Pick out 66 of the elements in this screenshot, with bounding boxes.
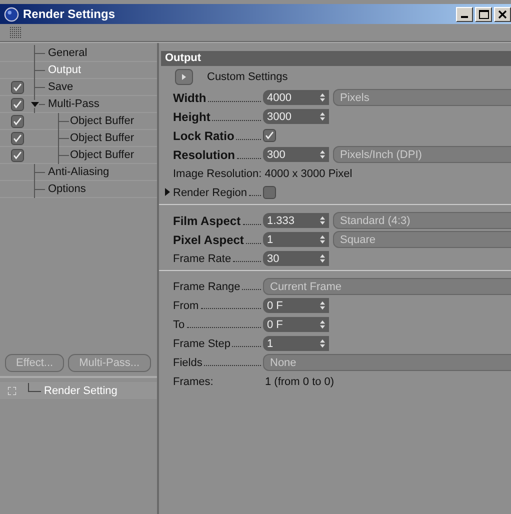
up-down-arrows-icon[interactable] xyxy=(320,112,325,121)
app-icon xyxy=(4,6,19,22)
close-icon xyxy=(498,10,507,18)
maximize-button[interactable] xyxy=(475,6,492,22)
list-item[interactable]: Render Setting xyxy=(0,382,157,399)
number-field[interactable]: 300 xyxy=(263,147,329,162)
info-text: Image Resolution: 4000 x 3000 Pixel xyxy=(173,168,352,180)
window-title: Render Settings xyxy=(23,7,116,21)
number-field[interactable]: 1 xyxy=(263,336,329,351)
number-field[interactable]: 1 xyxy=(263,232,329,247)
up-down-arrows-icon[interactable] xyxy=(320,254,325,263)
up-down-arrows-icon[interactable] xyxy=(320,216,325,225)
grip-icon[interactable] xyxy=(10,26,22,38)
field-label: Resolution xyxy=(173,148,235,162)
tree-item[interactable]: Object Buffer xyxy=(69,149,134,161)
field-label: Frame Step xyxy=(173,338,230,350)
number-field[interactable]: 1.333 xyxy=(263,213,329,228)
field-label: Width xyxy=(173,90,206,104)
field-label: From xyxy=(173,300,199,312)
checkbox[interactable] xyxy=(10,114,24,128)
up-down-arrows-icon[interactable] xyxy=(320,339,325,348)
up-down-arrows-icon[interactable] xyxy=(320,301,325,310)
tree-item[interactable]: General xyxy=(47,47,88,59)
tree-item[interactable]: Multi-Pass xyxy=(47,98,100,110)
section-header: Output xyxy=(161,51,511,66)
up-down-arrows-icon[interactable] xyxy=(320,150,325,159)
checkbox[interactable] xyxy=(10,148,24,162)
field-label: Lock Ratio xyxy=(173,128,234,142)
frames-value: 1 (from 0 to 0) xyxy=(265,376,334,388)
expanded-arrow-icon[interactable] xyxy=(31,100,39,108)
tree-item[interactable]: Object Buffer xyxy=(69,132,134,144)
field-label: Fields xyxy=(173,356,202,368)
number-field[interactable]: 30 xyxy=(263,251,329,266)
up-down-arrows-icon[interactable] xyxy=(320,320,325,329)
up-down-arrows-icon[interactable] xyxy=(320,235,325,244)
number-field[interactable]: 3000 xyxy=(263,109,329,124)
tree-item[interactable]: Save xyxy=(47,81,74,93)
preset-label: Custom Settings xyxy=(207,71,288,83)
play-icon xyxy=(182,74,186,80)
number-field[interactable]: 0 F xyxy=(263,298,329,313)
field-label: Film Aspect xyxy=(173,214,241,228)
checkbox[interactable] xyxy=(10,98,24,110)
field-label: Render Region xyxy=(173,186,247,198)
field-label: Pixel Aspect xyxy=(173,232,244,246)
tree-item[interactable]: Object Buffer xyxy=(69,115,134,127)
close-button[interactable] xyxy=(494,6,511,22)
tree-item[interactable]: Anti-Aliasing xyxy=(47,166,110,178)
checkbox[interactable] xyxy=(263,186,276,199)
checkbox[interactable] xyxy=(10,80,24,94)
field-label: Frame Rate xyxy=(173,252,232,264)
tree-item[interactable]: Options xyxy=(47,183,86,195)
field-label: To xyxy=(173,318,185,330)
field-label: Frame Range xyxy=(173,280,240,292)
preset-button[interactable] xyxy=(175,69,193,85)
number-field[interactable]: 4000 xyxy=(263,90,329,105)
number-field[interactable]: 0 F xyxy=(263,317,329,332)
maximize-icon xyxy=(478,10,488,18)
checkbox[interactable] xyxy=(263,129,276,142)
field-label: Height xyxy=(173,110,210,124)
expand-icon[interactable] xyxy=(8,386,16,394)
collapsed-arrow-icon[interactable] xyxy=(165,188,170,196)
up-down-arrows-icon[interactable] xyxy=(320,93,325,102)
checkbox[interactable] xyxy=(10,132,24,144)
minimize-button[interactable] xyxy=(456,6,473,22)
field-label: Frames: xyxy=(173,376,214,388)
tree-item[interactable]: Output xyxy=(47,64,82,76)
